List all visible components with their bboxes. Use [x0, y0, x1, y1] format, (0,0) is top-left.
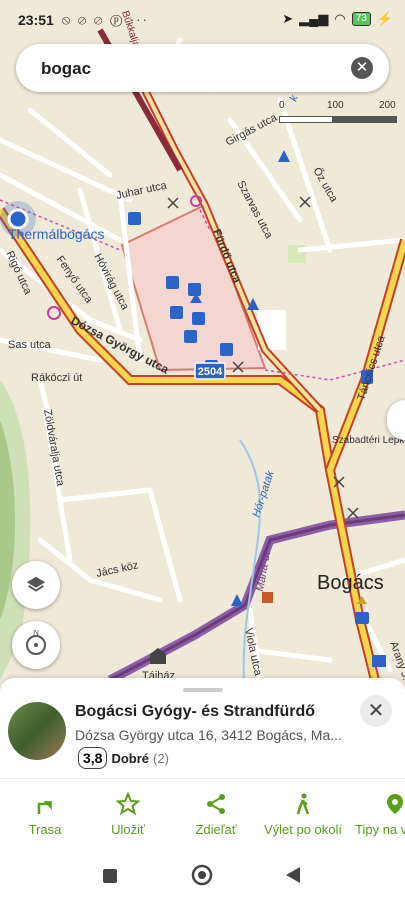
rating-score: 3,8 — [78, 747, 108, 769]
road-number: 2504 — [198, 366, 223, 378]
compass-button[interactable]: N — [12, 621, 60, 669]
route-label: Trasa — [28, 822, 62, 837]
route-button[interactable]: Trasa — [20, 786, 70, 837]
circle-icon — [191, 864, 213, 886]
location-arrow-icon: ➤ — [282, 11, 294, 26]
poi-thumbnail[interactable] — [8, 702, 66, 760]
divider — [0, 778, 405, 779]
trip-button[interactable]: Výlet po okolí — [262, 786, 344, 837]
status-time: 23:51 — [18, 12, 54, 28]
post-icon — [372, 655, 386, 667]
scale-label-200: 200 — [379, 100, 396, 111]
notification-icons: ⦸ ⊘ ⊘ ⓟ ··· — [61, 12, 149, 27]
poi-address: Dózsa György utca 16, 3412 Bogács, Ma... — [75, 727, 342, 743]
thermal-label: Thermálbogács — [8, 226, 105, 242]
tips-button[interactable]: Tipy na v — [355, 786, 405, 837]
wifi-icon: ◠ — [334, 11, 346, 26]
triangle-back-icon — [286, 867, 300, 883]
tips-label: Tipy na v — [355, 822, 405, 837]
square-icon — [103, 869, 117, 883]
map-canvas[interactable]: 2504 Thermálbogács Juhar utca Girgás utc… — [0, 0, 405, 700]
back-button[interactable] — [285, 866, 301, 889]
recent-apps-button[interactable] — [102, 868, 118, 889]
home-button[interactable] — [191, 864, 213, 891]
share-label: Zdieľať — [195, 822, 237, 837]
save-label: Uložiť — [111, 822, 145, 837]
clear-search-icon[interactable]: ✕ — [351, 57, 373, 79]
status-bar: 23:51 ⦸ ⊘ ⊘ ⓟ ··· ➤ ▂▄▆ ◠ 73 ⚡ — [0, 0, 405, 40]
sheet-drag-handle[interactable] — [183, 688, 223, 692]
shop-icon — [262, 592, 273, 603]
layers-icon — [26, 576, 46, 592]
star-icon — [116, 792, 140, 816]
scale-bar — [279, 116, 397, 123]
layers-button[interactable] — [12, 561, 60, 609]
system-nav-bar — [0, 850, 405, 900]
sas-label: Sas utca — [8, 339, 52, 351]
svg-text:N: N — [33, 630, 39, 637]
rating-count: (2) — [153, 750, 169, 766]
rating-word: Dobré — [111, 750, 150, 766]
save-button[interactable]: Uložiť — [103, 786, 153, 837]
share-icon — [207, 794, 225, 814]
poi-title: Bogácsi Gyógy- és Strandfürdő — [75, 703, 316, 720]
status-right-icons: ➤ ▂▄▆ ◠ 73 ⚡ — [282, 11, 393, 27]
compass-icon: N — [26, 630, 46, 655]
scale-label-0: 0 — [279, 100, 285, 111]
action-bar: Trasa Uložiť Zdieľať Výlet po okolí Tipy… — [0, 786, 405, 846]
battery-icon: 73 — [351, 12, 371, 26]
rakoczi-label: Rákóczi út — [31, 372, 82, 384]
charging-icon: ⚡ — [376, 11, 393, 26]
share-button[interactable]: Zdieľať — [188, 786, 244, 837]
hiker-icon — [296, 793, 310, 815]
search-input[interactable]: bogac — [41, 59, 91, 79]
scale-label-100: 100 — [327, 100, 344, 111]
search-bar[interactable]: bogac ✕ — [16, 44, 389, 92]
close-icon[interactable]: ✕ — [360, 695, 392, 727]
poi-rating[interactable]: 3,8 Dobré (2) — [78, 747, 169, 769]
trip-label: Výlet po okolí — [263, 822, 343, 837]
signal-icon: ▂▄▆ — [299, 11, 329, 26]
town-label: Bogács — [317, 572, 384, 594]
route-icon — [37, 801, 52, 814]
map-pin-icon — [387, 794, 403, 814]
